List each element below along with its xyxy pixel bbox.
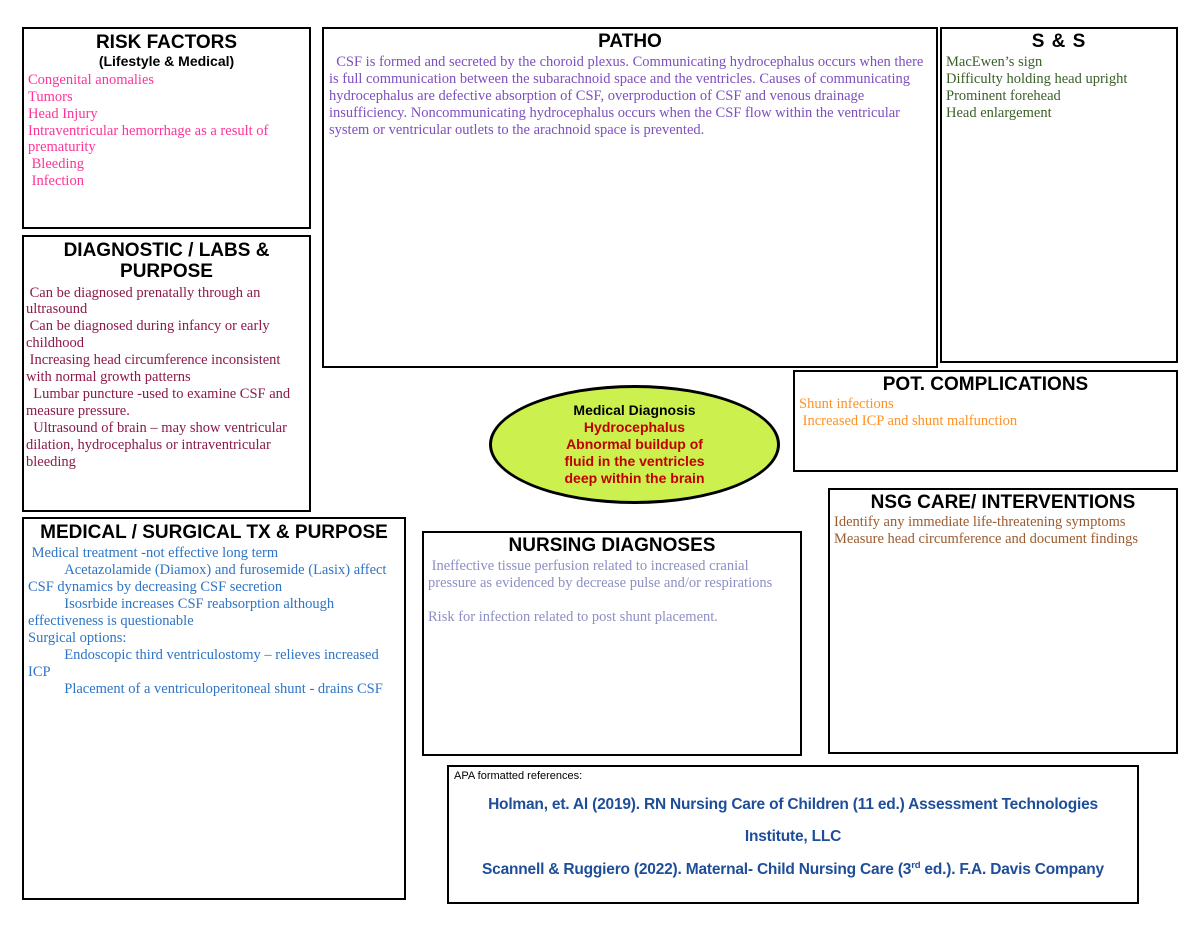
reference-2-ordinal-suffix: rd [911,860,921,871]
signs-symptoms-box: S & S MacEwen’s sign Difficulty holding … [940,27,1178,363]
medical-diagnosis-label: Medical Diagnosis [573,401,696,418]
risk-factors-subtitle: (Lifestyle & Medical) [98,53,235,70]
patho-title: PATHO [598,31,662,52]
diagnostic-labs-box: DIAGNOSTIC / LABS & PURPOSE Can be diagn… [22,235,311,512]
nursing-care-interventions-title: NSG CARE/ INTERVENTIONS [870,492,1136,513]
risk-factors-title: RISK FACTORS [95,32,238,53]
reference-entry-1: Holman, et. Al (2019). RN Nursing Care o… [488,796,1098,813]
risk-factors-box: RISK FACTORS (Lifestyle & Medical) Conge… [22,27,311,229]
nursing-diagnoses-box: NURSING DIAGNOSES Ineffective tissue per… [422,531,802,756]
signs-symptoms-title: S & S [1031,31,1087,52]
patho-box: PATHO CSF is formed and secreted by the … [322,27,938,368]
nursing-care-interventions-body: Identify any immediate life-threatening … [834,514,1138,548]
nursing-care-interventions-box: NSG CARE/ INTERVENTIONS Identify any imm… [828,488,1178,754]
reference-entry-2: Scannell & Ruggiero (2022). Maternal- Ch… [449,860,1137,879]
diagnostic-labs-body: Can be diagnosed prenatally through an u… [26,284,291,471]
nursing-diagnoses-title: NURSING DIAGNOSES [508,535,716,556]
potential-complications-box: POT. COMPLICATIONS Shunt infections Incr… [793,370,1178,472]
medical-surgical-tx-body: Medical treatment -not effective long te… [28,545,387,697]
reference-2-before: Scannell & Ruggiero (2022). Maternal- Ch… [482,861,912,879]
medical-diagnosis-oval: Medical Diagnosis Hydrocephalus Abnormal… [489,385,780,504]
medical-surgical-tx-title: MEDICAL / SURGICAL TX & PURPOSE [40,522,388,543]
patho-body: CSF is formed and secreted by the choroi… [329,54,927,139]
signs-symptoms-body: MacEwen’s sign Difficulty holding head u… [946,54,1128,122]
references-label: APA formatted references: [454,770,583,782]
risk-factors-body: Congenital anomalies Tumors Head Injury … [28,71,269,190]
medical-diagnosis-text: Hydrocephalus Abnormal buildup of fluid … [564,418,705,487]
potential-complications-body: Shunt infections Increased ICP and shunt… [799,396,1018,430]
potential-complications-title: POT. COMPLICATIONS [882,374,1089,395]
nursing-diagnoses-body: Ineffective tissue perfusion related to … [428,558,773,626]
medical-surgical-tx-box: MEDICAL / SURGICAL TX & PURPOSE Medical … [22,517,406,900]
reference-2-after: ed.). F.A. Davis Company [920,861,1104,879]
references-box: APA formatted references: Holman, et. Al… [447,765,1139,904]
reference-entry-1-continued: Institute, LLC [744,828,842,845]
diagnostic-labs-title: DIAGNOSTIC / LABS & PURPOSE [63,240,270,283]
